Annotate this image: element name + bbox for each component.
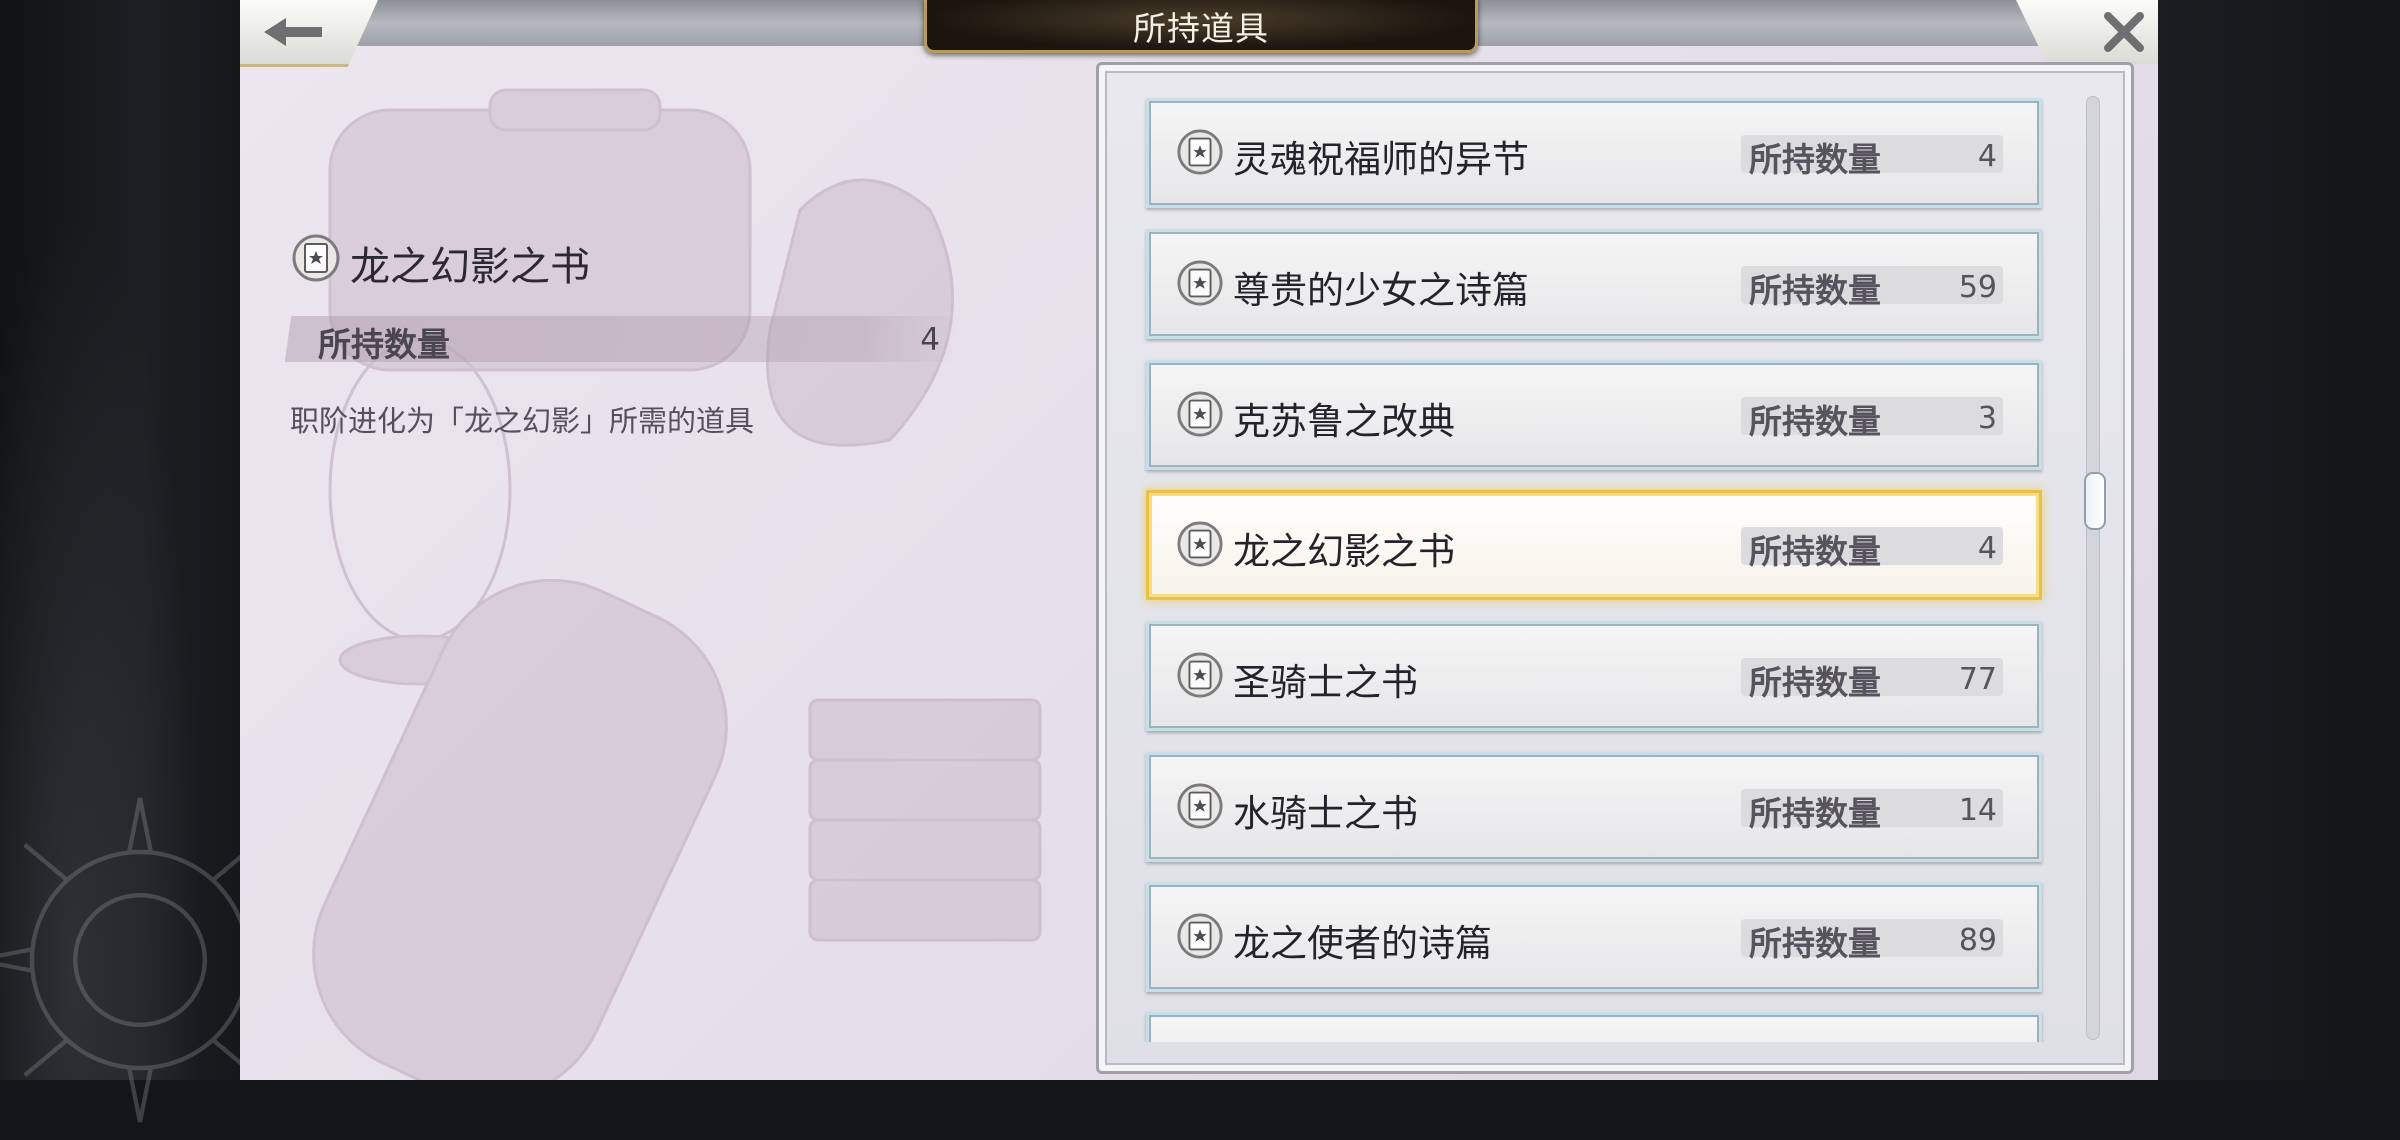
book-icon: [292, 234, 340, 282]
quantity-label: 所持数量: [1749, 402, 1881, 441]
item-name: 灵魂祝福师的异节: [1233, 138, 1529, 181]
item-name: 克苏鲁之改典: [1233, 400, 1455, 443]
item-list[interactable]: 灵魂祝福师的异节 所持数量 4 尊贵的少女之诗篇 所持数量 59 克苏鲁之改典 …: [1140, 90, 2060, 1042]
list-item[interactable]: 尊贵的少女之诗篇 所持数量 59: [1146, 229, 2042, 339]
item-name: 龙之使者的诗篇: [1233, 922, 1492, 965]
quantity-value: 3: [1977, 401, 1997, 436]
detail-quantity-value: 4: [920, 322, 940, 358]
quantity-value: 4: [1977, 139, 1997, 174]
quantity-value: 14: [1958, 793, 1997, 828]
quantity-value: 59: [1958, 270, 1997, 305]
page-title: 所持道具: [1133, 9, 1269, 48]
list-item[interactable]: 水骑士之书 所持数量 14: [1146, 752, 2042, 862]
scrollbar-track[interactable]: [2086, 96, 2100, 1040]
list-item-selected[interactable]: 龙之幻影之书 所持数量 4: [1146, 490, 2042, 600]
book-icon: [1177, 391, 1223, 437]
book-icon: [1177, 129, 1223, 175]
item-name: 水骑士之书: [1233, 792, 1418, 835]
list-item[interactable]: 龙之使者的诗篇 所持数量 89: [1146, 882, 2042, 992]
quantity-label: 所持数量: [1749, 794, 1881, 833]
quantity-label: 所持数量: [1749, 140, 1881, 179]
quantity-label: 所持数量: [1749, 924, 1881, 963]
quantity-value: 4: [1977, 531, 1997, 566]
quantity-label: 所持数量: [1749, 532, 1881, 571]
detail-quantity-label: 所持数量: [318, 325, 450, 364]
detail-item-name: 龙之幻影之书: [350, 244, 590, 290]
title-plate: 所持道具: [924, 0, 1478, 53]
book-icon: [1177, 913, 1223, 959]
quantity-label: 所持数量: [1749, 663, 1881, 702]
list-item[interactable]: 灵魂祝福师的异节 所持数量 4: [1146, 98, 2042, 208]
quantity-label: 所持数量: [1749, 271, 1881, 310]
quantity-value: 77: [1958, 662, 1997, 697]
detail-description: 职阶进化为「龙之幻影」所需的道具: [290, 404, 755, 438]
book-icon: [1177, 783, 1223, 829]
right-backdrop: [2158, 0, 2400, 1080]
list-item[interactable]: 克苏鲁之改典 所持数量 3: [1146, 360, 2042, 470]
item-name: 尊贵的少女之诗篇: [1233, 269, 1529, 312]
list-item-partial[interactable]: [1146, 1012, 2042, 1042]
background-item-illustration: [312, 88, 1042, 1080]
book-icon: [1177, 521, 1223, 567]
scrollbar-thumb[interactable]: [2084, 472, 2106, 530]
book-icon: [1177, 260, 1223, 306]
book-icon: [1177, 652, 1223, 698]
left-backdrop: [0, 0, 303, 1123]
quantity-value: 89: [1958, 923, 1997, 958]
item-name: 圣骑士之书: [1233, 661, 1418, 704]
list-item[interactable]: 圣骑士之书 所持数量 77: [1146, 621, 2042, 731]
item-name: 龙之幻影之书: [1233, 530, 1455, 573]
